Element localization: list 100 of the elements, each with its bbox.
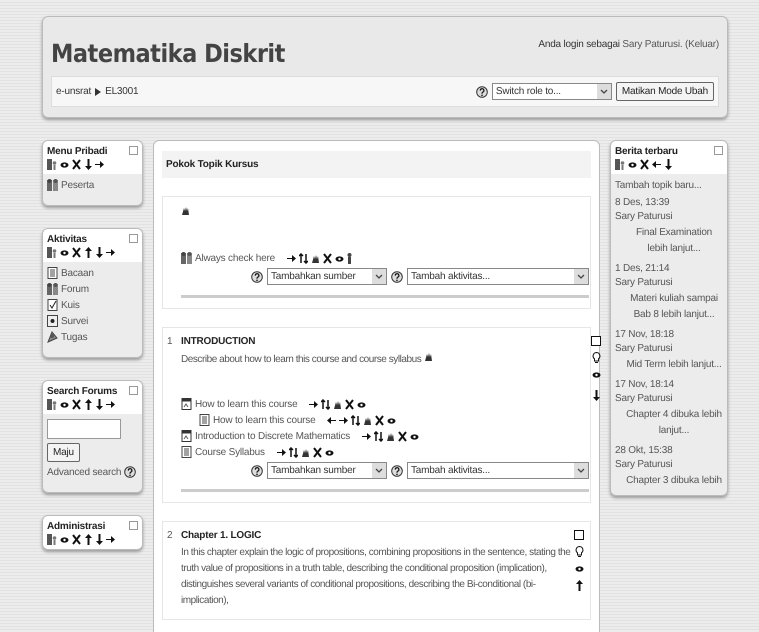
add-activity-dropdown[interactable]: Tambah aktivitas... [407, 462, 589, 479]
post-date: 17 Nov, 18:18 [615, 329, 675, 340]
up-arrow-icon[interactable] [84, 534, 92, 545]
post-date: 17 Nov, 18:14 [615, 379, 675, 390]
down-arrow-icon[interactable] [95, 534, 103, 545]
down-arrow-icon[interactable] [95, 399, 103, 410]
lightbulb-icon[interactable] [574, 546, 584, 557]
down-arrow-icon[interactable] [95, 247, 103, 258]
collapse-icon[interactable] [129, 146, 138, 155]
activity-link[interactable]: Forum [61, 284, 89, 294]
down-arrow-icon[interactable] [84, 159, 92, 170]
up-arrow-icon[interactable] [575, 580, 583, 591]
user-link[interactable]: Sary Paturusi. [622, 39, 682, 50]
right-arrow-icon[interactable] [106, 399, 115, 410]
move-icon[interactable] [351, 414, 360, 426]
delete-icon[interactable] [72, 534, 81, 545]
delete-icon[interactable] [72, 399, 81, 410]
highlight-square-icon[interactable] [591, 336, 601, 346]
module-link[interactable]: Introduction to Discrete Mathematics [195, 430, 350, 442]
module-link[interactable]: Always check here [195, 252, 275, 264]
add-resource-dropdown[interactable]: Tambahkan sumber [267, 462, 387, 479]
right-arrow-icon[interactable] [95, 159, 104, 170]
right-arrow-icon[interactable] [339, 414, 348, 426]
help-icon[interactable] [124, 466, 136, 478]
post-date: 8 Des, 13:39 [615, 197, 670, 208]
add-resource-dropdown[interactable]: Tambahkan sumber [267, 268, 387, 285]
right-arrow-icon[interactable] [106, 534, 115, 545]
activity-link[interactable]: Survei [61, 316, 88, 326]
logout-link[interactable]: (Keluar) [685, 39, 719, 50]
right-arrow-icon[interactable] [106, 247, 115, 258]
module-link[interactable]: How to learn this course [195, 398, 298, 410]
right-arrow-icon[interactable] [286, 252, 296, 264]
help-icon[interactable] [391, 270, 403, 282]
right-arrow-icon[interactable] [362, 430, 372, 442]
people-icon [47, 283, 58, 295]
post-link[interactable]: Materi kuliah sampai Bab 8 lebih lanjut... [615, 291, 723, 323]
collapse-icon[interactable] [129, 386, 138, 395]
delete-icon[interactable] [72, 247, 81, 258]
up-arrow-icon[interactable] [84, 247, 92, 258]
section-title: INTRODUCTION [181, 336, 256, 347]
breadcrumb-link[interactable]: e-unsrat [56, 86, 92, 97]
down-arrow-icon[interactable] [592, 390, 600, 401]
post-link[interactable]: Chapter 4 dibuka lebih lanjut... [615, 407, 723, 439]
activity-link[interactable]: Tugas [61, 332, 88, 342]
move-icon[interactable] [298, 252, 308, 264]
right-arrow-icon[interactable] [276, 446, 286, 458]
lightbulb-icon[interactable] [592, 352, 600, 363]
down-arrow-icon[interactable] [664, 159, 672, 170]
delete-icon[interactable] [312, 446, 322, 458]
section-description: In this chapter explain the logic of propositions, combining propositions in the sentence, stating the truth value of propositions in a truth table, describing the conditional proposition (implication), distinguishes several variants of conditional propositions, describing the Bi-conditional (bi-implication), [181, 547, 570, 606]
advanced-search-link[interactable]: Advanced search [47, 466, 122, 478]
add-topic-link[interactable]: Tambah topik baru... [615, 180, 723, 191]
caret-icon [574, 463, 588, 478]
people-icon [47, 179, 58, 191]
post-author: Sary Paturusi [615, 459, 674, 470]
delete-icon[interactable] [322, 252, 332, 264]
delete-icon[interactable] [375, 414, 384, 426]
login-info: Anda login sebagai Sary Paturusi. (Keluar) [538, 39, 719, 50]
collapse-icon[interactable] [129, 234, 138, 243]
post-link[interactable]: Mid Term lebih lanjut... [615, 357, 723, 373]
highlight-square-icon[interactable] [574, 530, 584, 540]
people-icon [181, 252, 192, 264]
search-field[interactable] [47, 419, 121, 439]
caret-icon [372, 269, 386, 284]
help-icon[interactable] [391, 464, 403, 476]
help-icon[interactable] [251, 270, 263, 282]
add-activity-dropdown[interactable]: Tambah aktivitas... [407, 268, 589, 285]
post-link[interactable]: Chapter 3 dibuka lebih [615, 473, 723, 489]
move-icon[interactable] [321, 398, 330, 410]
person-icon[interactable] [346, 252, 352, 264]
delete-icon[interactable] [72, 159, 81, 170]
move-icon[interactable] [374, 430, 384, 442]
section-title: Chapter 1. LOGIC [181, 530, 262, 541]
role-dropdown[interactable]: Switch role to... [492, 83, 612, 100]
left-arrow-icon[interactable] [652, 159, 661, 170]
activity-link[interactable]: Kuis [61, 300, 80, 310]
help-icon[interactable] [251, 464, 263, 476]
module-link[interactable]: How to learn this course [213, 414, 316, 426]
post-author: Sary Paturusi [615, 343, 674, 354]
block-title: Search Forums [47, 386, 118, 397]
activity-link[interactable]: Bacaan [61, 268, 94, 278]
help-icon[interactable] [476, 86, 488, 98]
module-link[interactable]: Course Syllabus [195, 446, 265, 458]
collapse-icon[interactable] [129, 521, 138, 530]
search-button[interactable]: Maju [47, 443, 80, 462]
right-arrow-icon[interactable] [309, 398, 318, 410]
caret-icon [372, 463, 386, 478]
delete-icon[interactable] [398, 430, 408, 442]
move-icon[interactable] [288, 446, 298, 458]
delete-icon[interactable] [345, 398, 354, 410]
up-arrow-icon[interactable] [84, 399, 92, 410]
collapse-icon[interactable] [714, 146, 723, 155]
activity-link[interactable]: Peserta [61, 180, 94, 190]
block-title: Menu Pribadi [47, 146, 108, 157]
edit-mode-button[interactable]: Matikan Mode Ubah [616, 82, 714, 101]
left-arrow-icon[interactable] [327, 414, 336, 426]
breadcrumb-link[interactable]: EL3001 [105, 86, 138, 97]
delete-icon[interactable] [640, 159, 649, 170]
block-title: Aktivitas [47, 234, 87, 245]
post-link[interactable]: Final Examination lebih lanjut... [615, 225, 723, 257]
